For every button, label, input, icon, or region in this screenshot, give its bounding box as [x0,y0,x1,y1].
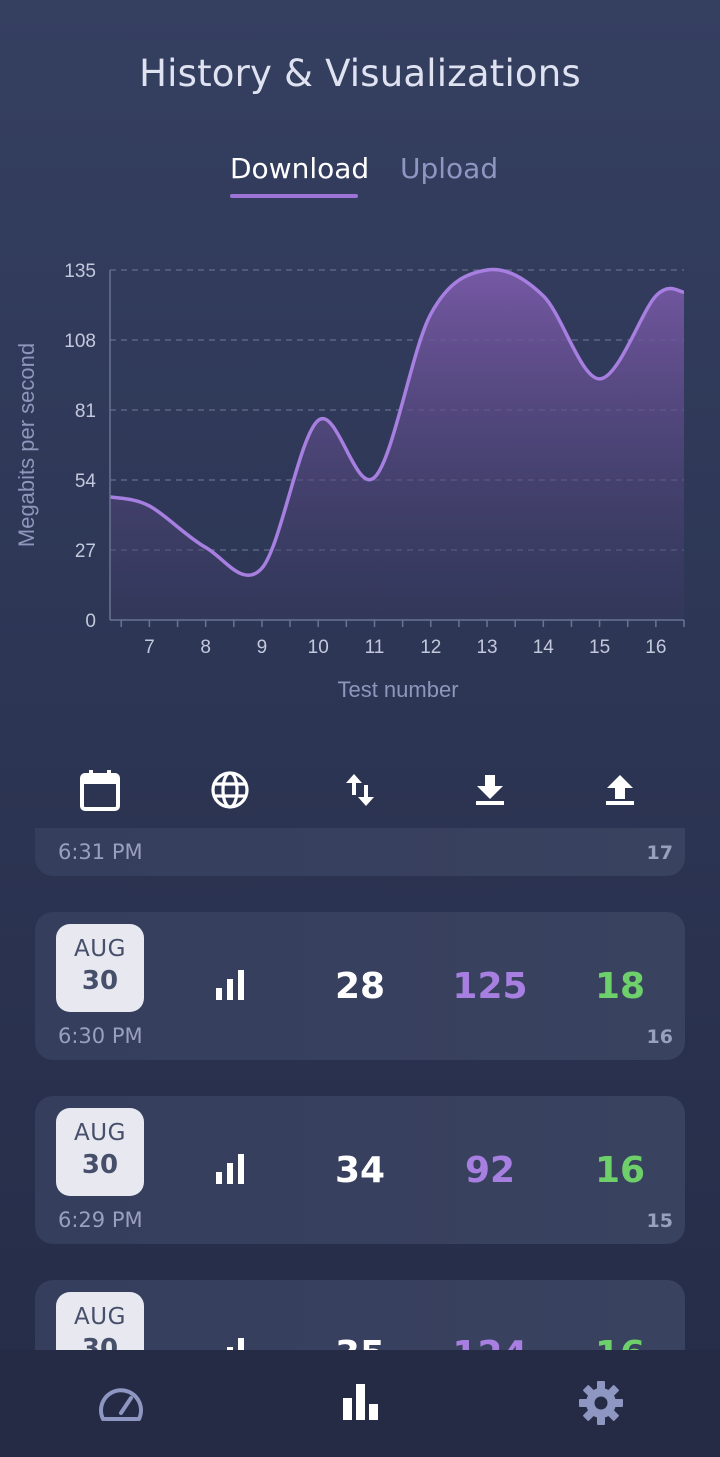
x-axis-label: Test number [337,677,458,702]
upload-value: 16 [594,1150,646,1191]
result-card[interactable]: 6:31 PM 17 [35,828,685,876]
date-day: 30 [81,966,119,996]
tab-download[interactable]: Download [230,152,369,185]
active-tab-indicator [230,194,358,198]
x-tick-label: 12 [420,637,441,658]
column-header-icons [0,762,720,818]
date-badge: AUG 30 [56,1108,144,1196]
date-month: AUG [74,1304,126,1330]
download-value: 125 [452,966,528,1007]
download-value: 124 [435,1334,545,1350]
test-time: 6:30 PM [58,1024,143,1048]
download-value: 92 [464,1150,516,1191]
y-tick-label: 108 [64,331,96,352]
result-card[interactable]: AUG 30 6:29 PM 34 92 16 15 [35,1096,685,1244]
y-tick-label: 135 [64,261,96,282]
result-card[interactable]: AUG 30 6:30 PM 28 125 18 16 [35,912,685,1060]
date-day: 30 [81,1334,119,1350]
date-month: AUG [74,936,126,962]
x-tick-label: 10 [308,637,329,658]
x-tick-label: 7 [144,637,155,658]
test-time: 6:31 PM [58,840,143,864]
download-icon[interactable] [462,762,518,818]
y-axis-label: Megabits per second [14,343,39,547]
test-number: 16 [646,1026,673,1048]
date-day: 30 [81,1150,119,1180]
date-month: AUG [74,1120,126,1146]
chart-svg: 0 27 54 81 108 135 7 8 9 10 11 12 13 14 15 16 Megabits … [14,261,685,702]
globe-icon[interactable] [202,762,258,818]
upload-value: 18 [594,966,646,1007]
bar-chart-icon[interactable] [336,1378,386,1428]
y-tick-label: 81 [75,401,96,422]
download-history-chart: 0 27 54 81 108 135 7 8 9 10 11 12 13 14 15 16 Megabits … [0,250,720,720]
results-list[interactable]: 6:31 PM 17 AUG 30 6:30 PM 28 125 18 16 A… [0,828,720,1350]
series-area [110,269,684,620]
test-time: 6:29 PM [58,1208,143,1232]
signal-strength-icon [216,970,244,1000]
test-number: 15 [646,1210,673,1232]
x-tick-label: 13 [476,637,497,658]
x-tick-label: 8 [200,637,211,658]
calendar-icon[interactable] [72,762,128,818]
page-title: History & Visualizations [139,52,581,95]
ping-value: 35 [305,1334,415,1350]
y-tick-label: 27 [75,541,96,562]
ping-value: 34 [334,1150,386,1191]
x-tick-label: 9 [257,637,268,658]
result-card[interactable]: AUG 30 35 124 16 [35,1280,685,1350]
tab-upload[interactable]: Upload [400,152,498,185]
date-badge: AUG 30 [56,1292,144,1350]
signal-strength-icon [216,1154,244,1184]
bottom-navigation [0,1350,720,1457]
x-tick-label: 11 [365,637,385,658]
speedometer-icon[interactable] [96,1378,146,1428]
y-tick-label: 54 [75,471,97,492]
x-tick-label: 15 [589,637,610,658]
test-number: 17 [646,842,673,864]
upload-icon[interactable] [592,762,648,818]
tab-bar: Download Upload [0,152,720,200]
x-tick-label: 16 [645,637,666,658]
y-tick-label: 0 [85,611,96,632]
upload-value: 16 [565,1334,675,1350]
signal-strength-icon [227,1338,244,1350]
gear-icon[interactable] [576,1378,626,1428]
ping-value: 28 [334,966,386,1007]
date-badge: AUG 30 [56,924,144,1012]
x-tick-label: 14 [533,637,555,658]
ping-arrows-icon[interactable] [332,762,388,818]
